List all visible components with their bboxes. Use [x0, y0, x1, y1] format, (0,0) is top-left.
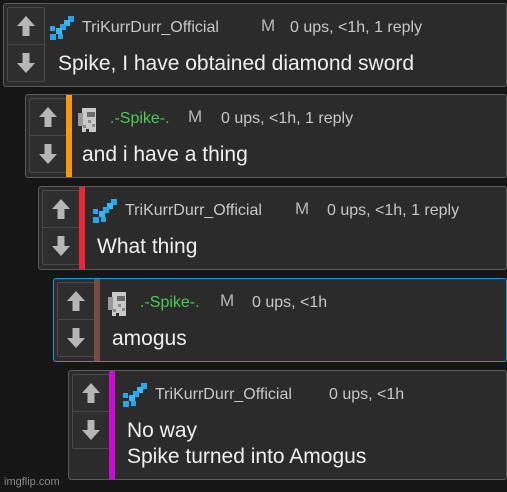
arrow-up-icon — [82, 383, 100, 403]
mod-badge: M — [188, 107, 203, 126]
comment-highlighted: .-Spike-. M 0 ups, <1h amogus — [53, 278, 507, 362]
downvote-button[interactable] — [30, 135, 66, 172]
arrow-up-icon — [39, 107, 57, 127]
comment-meta: TriKurrDurr_Official M 0 ups, <1h, 1 rep… — [48, 16, 506, 40]
arrow-up-icon — [67, 291, 85, 311]
downvote-button[interactable] — [43, 227, 79, 264]
upvote-button[interactable] — [30, 99, 66, 135]
comment-text: and i have a thing — [82, 143, 248, 166]
username-link[interactable]: TriKurrDurr_Official — [82, 19, 219, 37]
amogus-avatar-icon[interactable] — [106, 291, 132, 317]
comment-meta: .-Spike-. M 0 ups, <1h — [106, 291, 506, 317]
downvote-button[interactable] — [58, 319, 94, 356]
amogus-avatar-icon[interactable] — [76, 107, 102, 133]
upvote-button[interactable] — [8, 8, 44, 44]
comment-meta: TriKurrDurr_Official M 0 ups, <1h, 1 rep… — [91, 199, 506, 223]
downvote-button[interactable] — [8, 44, 44, 81]
vote-controls — [57, 282, 95, 357]
upvote-button[interactable] — [73, 375, 109, 411]
username-link[interactable]: .-Spike-. — [140, 294, 200, 312]
arrow-down-icon — [39, 144, 57, 164]
diamond-sword-icon[interactable] — [91, 199, 117, 225]
comment-text: Spike, I have obtained diamond sword — [58, 52, 415, 75]
comment-text: amogus — [112, 327, 187, 350]
arrow-down-icon — [52, 236, 70, 256]
vote-controls — [72, 374, 110, 449]
mod-badge: M — [295, 199, 310, 218]
comment-stats: 0 ups, <1h, 1 reply — [290, 19, 423, 36]
comment-stats: 0 ups, <1h — [329, 386, 405, 403]
arrow-up-icon — [17, 16, 35, 36]
upvote-button[interactable] — [43, 191, 79, 227]
comment-stats: 0 ups, <1h, 1 reply — [221, 110, 354, 127]
diamond-sword-icon[interactable] — [48, 16, 74, 42]
arrow-up-icon — [52, 199, 70, 219]
arrow-down-icon — [17, 53, 35, 73]
comment-meta: .-Spike-. M 0 ups, <1h, 1 reply — [76, 107, 506, 133]
vote-controls — [7, 7, 45, 82]
comment-stats: 0 ups, <1h — [252, 294, 328, 311]
downvote-button[interactable] — [73, 411, 109, 448]
comment: TriKurrDurr_Official M 0 ups, <1h, 1 rep… — [38, 186, 507, 270]
arrow-down-icon — [82, 420, 100, 440]
comment: TriKurrDurr_Official M 0 ups, <1h, 1 rep… — [3, 3, 507, 87]
username-link[interactable]: TriKurrDurr_Official — [125, 202, 262, 220]
username-link[interactable]: TriKurrDurr_Official — [155, 386, 292, 404]
comment-text: No way Spike turned into Amogus — [127, 419, 367, 468]
upvote-button[interactable] — [58, 283, 94, 319]
thread-stripe — [66, 95, 72, 177]
vote-controls — [42, 190, 80, 265]
thread-stripe — [109, 371, 115, 479]
thread-stripe — [94, 279, 100, 361]
arrow-down-icon — [67, 328, 85, 348]
comment-meta: TriKurrDurr_Official 0 ups, <1h — [121, 383, 506, 407]
vote-controls — [29, 98, 67, 173]
comment-stats: 0 ups, <1h, 1 reply — [327, 202, 460, 219]
mod-badge: M — [220, 291, 235, 310]
diamond-sword-icon[interactable] — [121, 383, 147, 409]
watermark: imgflip.com — [4, 476, 60, 488]
mod-badge: M — [261, 16, 276, 35]
username-link[interactable]: .-Spike-. — [110, 110, 170, 128]
comment-text: What thing — [97, 235, 198, 258]
comment: .-Spike-. M 0 ups, <1h, 1 reply and i ha… — [25, 94, 507, 178]
comment: TriKurrDurr_Official 0 ups, <1h No way S… — [68, 370, 507, 480]
thread-stripe — [79, 187, 85, 269]
